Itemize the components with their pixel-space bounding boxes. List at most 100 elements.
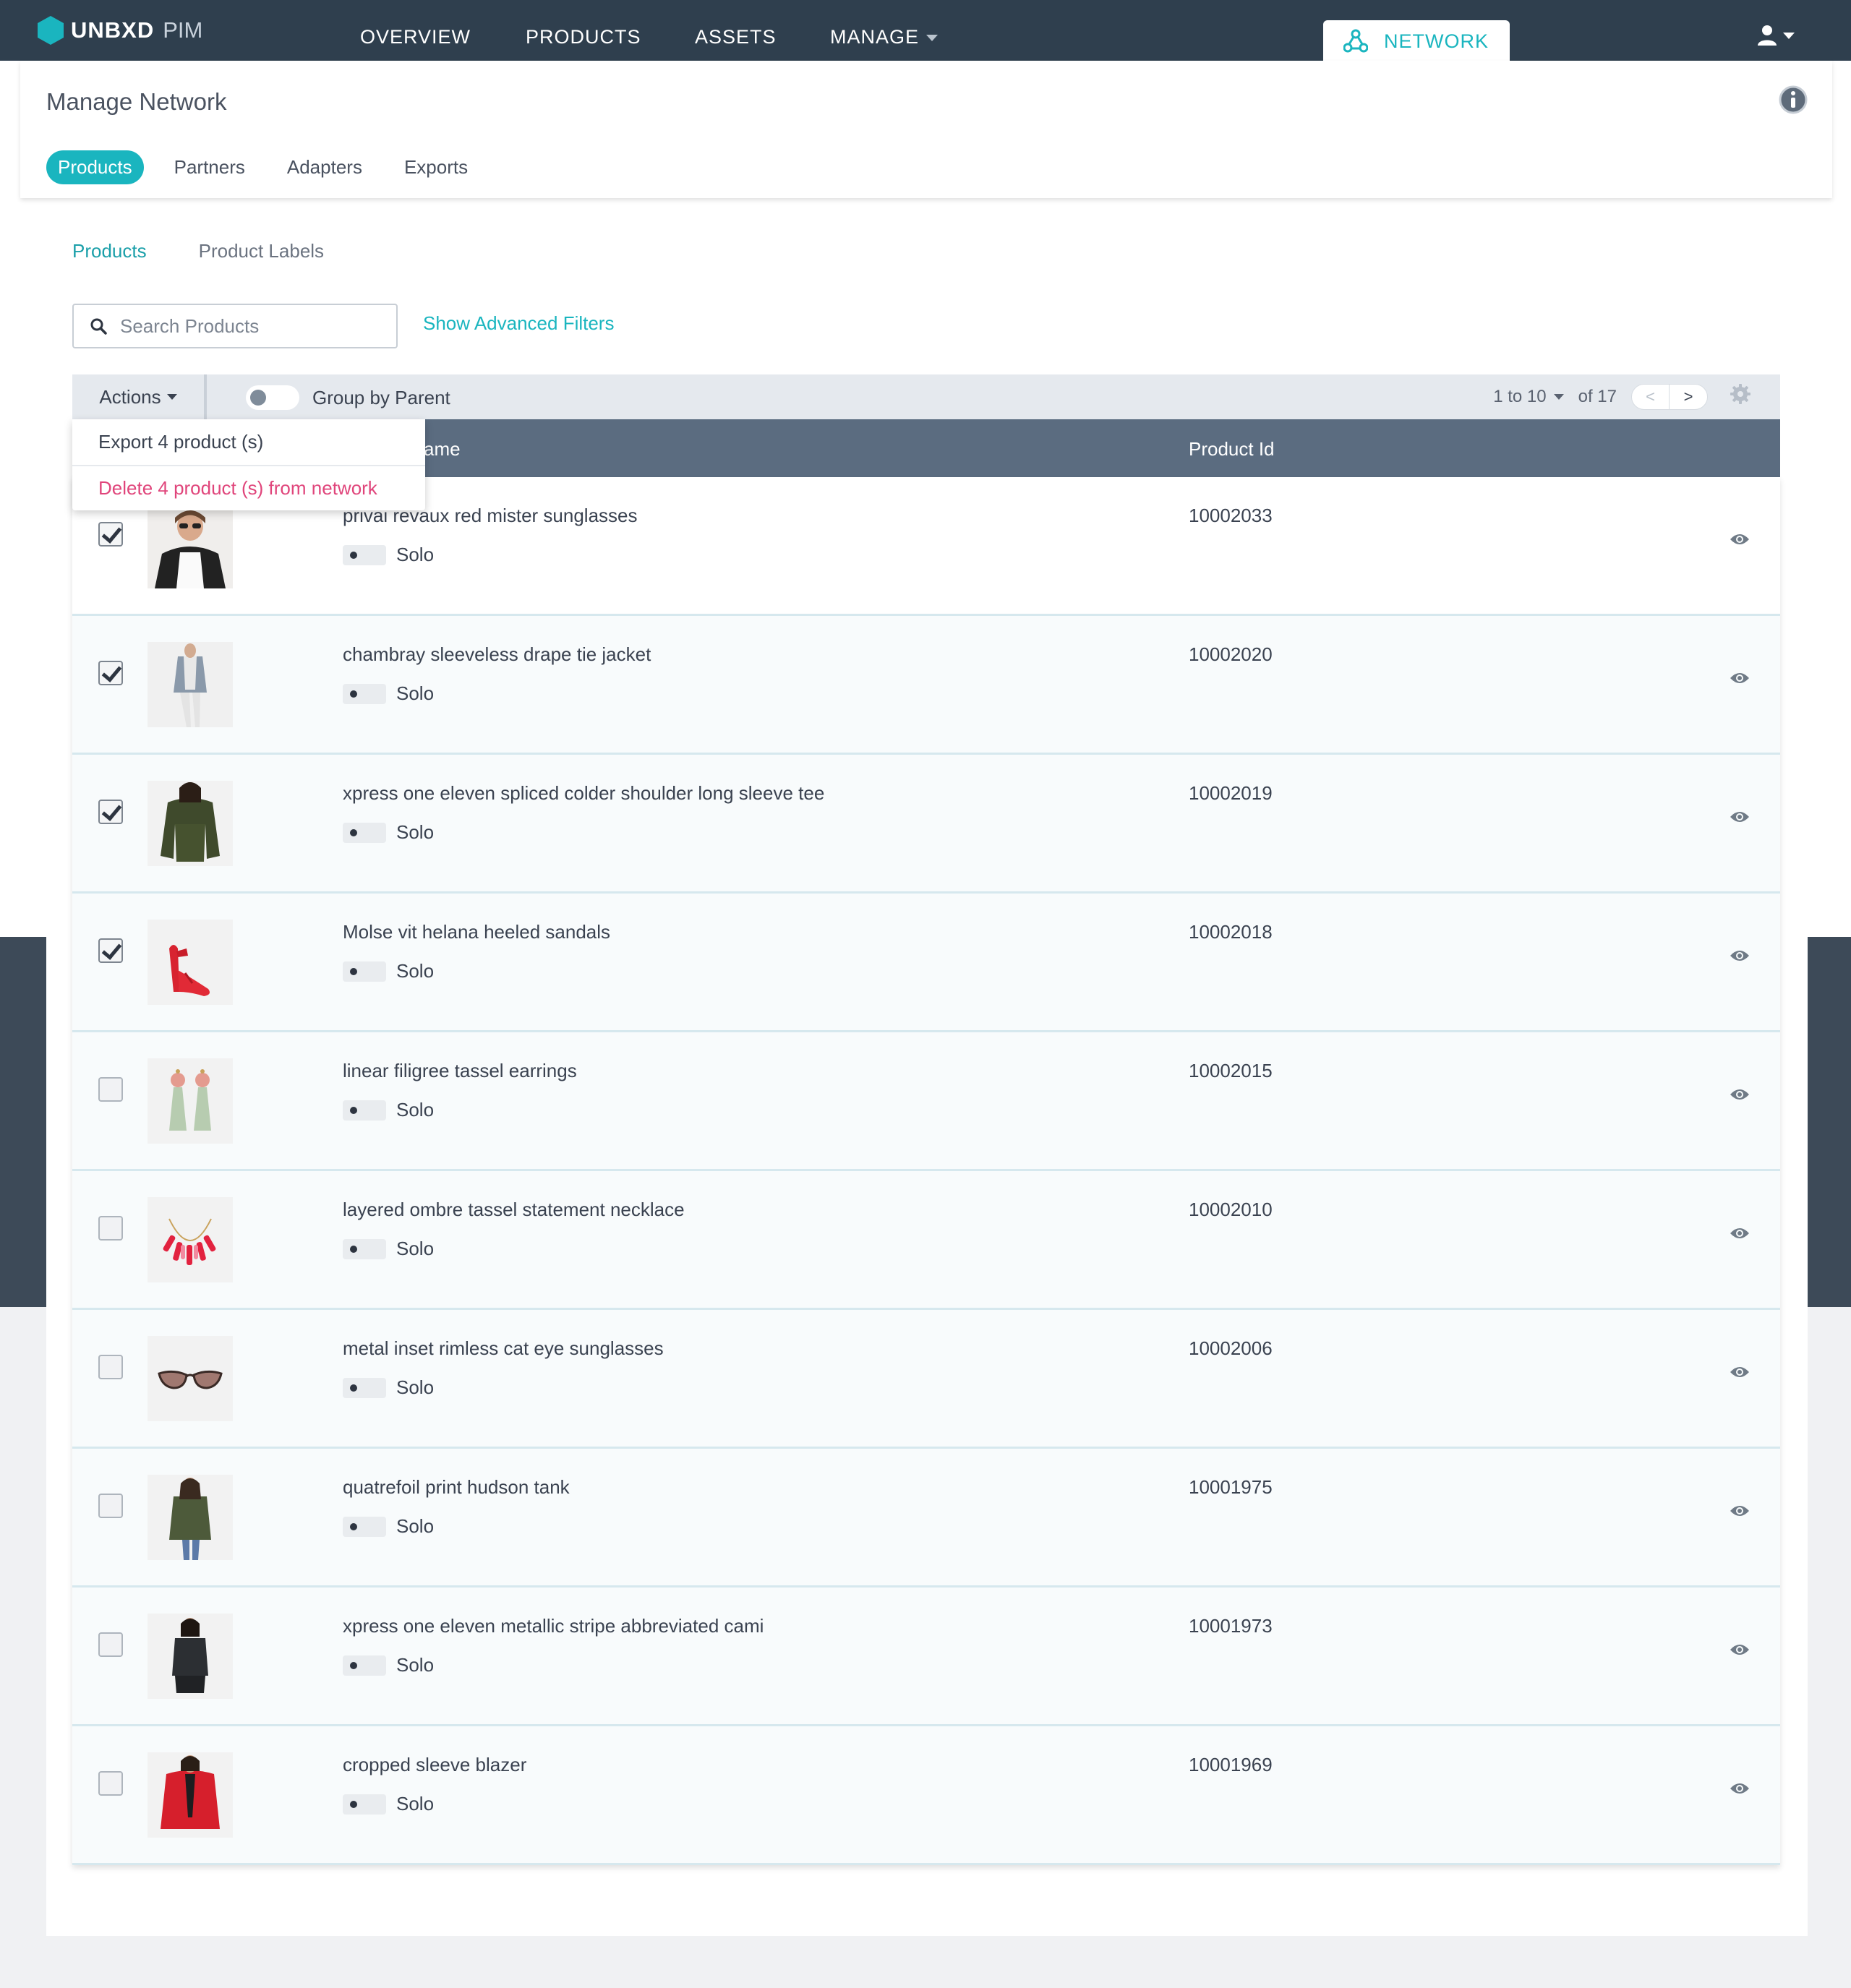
nav-products[interactable]: PRODUCTS bbox=[526, 26, 641, 48]
product-type-label: Solo bbox=[396, 682, 435, 704]
product-name[interactable]: Molse vit helana heeled sandals bbox=[343, 921, 610, 943]
table-row[interactable]: linear filigree tassel earrings Solo 100… bbox=[72, 1032, 1780, 1171]
subnav-products[interactable]: Products bbox=[46, 150, 144, 184]
product-name[interactable]: xpress one eleven spliced colder shoulde… bbox=[343, 782, 824, 805]
table-row[interactable]: layered ombre tassel statement necklace … bbox=[72, 1171, 1780, 1310]
product-name[interactable]: xpress one eleven metallic stripe abbrev… bbox=[343, 1615, 764, 1637]
row-checkbox[interactable] bbox=[98, 938, 123, 963]
next-page-button[interactable]: > bbox=[1670, 385, 1707, 409]
eye-icon[interactable] bbox=[1730, 1087, 1750, 1105]
product-name[interactable]: cropped sleeve blazer bbox=[343, 1754, 526, 1776]
column-header-product-id[interactable]: Product Id bbox=[1189, 438, 1275, 460]
network-icon bbox=[1343, 29, 1368, 53]
product-thumbnail[interactable] bbox=[148, 1336, 233, 1421]
solo-indicator-icon bbox=[343, 961, 386, 982]
tab-products[interactable]: Products bbox=[46, 226, 173, 276]
subnav-exports[interactable]: Exports bbox=[393, 150, 479, 184]
pagination: 1 to 10 of 17 < > bbox=[1493, 383, 1751, 410]
logo-hexagon-icon bbox=[38, 16, 64, 45]
table-row[interactable]: cropped sleeve blazer Solo 10001969 bbox=[72, 1726, 1780, 1865]
product-type: Solo bbox=[343, 1376, 434, 1399]
eye-icon[interactable] bbox=[1730, 1365, 1750, 1383]
nav-assets[interactable]: ASSETS bbox=[695, 26, 777, 48]
nav-network[interactable]: NETWORK bbox=[1323, 20, 1510, 62]
row-checkbox[interactable] bbox=[98, 661, 123, 685]
page-range-label: 1 to 10 bbox=[1493, 386, 1547, 406]
product-thumbnail[interactable] bbox=[148, 1197, 233, 1282]
nav-manage-label: MANAGE bbox=[830, 26, 920, 48]
product-thumbnail[interactable] bbox=[148, 503, 233, 588]
pager-buttons: < > bbox=[1631, 383, 1708, 410]
prev-page-button[interactable]: < bbox=[1632, 384, 1670, 409]
tab-product-labels[interactable]: Product Labels bbox=[173, 226, 350, 276]
page-title: Manage Network bbox=[46, 88, 227, 115]
eye-icon[interactable] bbox=[1730, 1642, 1750, 1661]
product-thumbnail[interactable] bbox=[148, 1058, 233, 1144]
top-navbar: UNBXD PIM OVERVIEW PRODUCTS ASSETS MANAG… bbox=[0, 0, 1851, 62]
row-checkbox[interactable] bbox=[98, 1216, 123, 1241]
row-checkbox[interactable] bbox=[98, 522, 123, 547]
row-checkbox[interactable] bbox=[98, 1077, 123, 1102]
info-icon[interactable] bbox=[1779, 85, 1808, 118]
product-name[interactable]: chambray sleeveless drape tie jacket bbox=[343, 643, 651, 666]
column-header-name[interactable]: ame bbox=[424, 438, 461, 460]
table-row[interactable]: xpress one eleven metallic stripe abbrev… bbox=[72, 1588, 1780, 1726]
product-thumbnail[interactable] bbox=[148, 642, 233, 727]
eye-icon[interactable] bbox=[1730, 532, 1750, 550]
table-row[interactable]: chambray sleeveless drape tie jacket Sol… bbox=[72, 616, 1780, 755]
product-id: 10002033 bbox=[1189, 505, 1273, 526]
gear-icon[interactable] bbox=[1730, 383, 1751, 410]
product-name[interactable]: metal inset rimless cat eye sunglasses bbox=[343, 1337, 664, 1360]
product-type: Solo bbox=[343, 1654, 434, 1676]
solo-indicator-icon bbox=[343, 1794, 386, 1815]
row-checkbox[interactable] bbox=[98, 1494, 123, 1518]
group-by-parent: Group by Parent bbox=[246, 385, 450, 410]
actions-button[interactable]: Actions bbox=[72, 374, 207, 419]
product-thumbnail[interactable] bbox=[148, 1475, 233, 1560]
subnav-adapters[interactable]: Adapters bbox=[275, 150, 374, 184]
export-products-menu-item[interactable]: Export 4 product (s) bbox=[72, 419, 425, 465]
eye-icon[interactable] bbox=[1730, 671, 1750, 689]
product-thumbnail[interactable] bbox=[148, 781, 233, 866]
table-row[interactable]: metal inset rimless cat eye sunglasses S… bbox=[72, 1310, 1780, 1449]
eye-icon[interactable] bbox=[1730, 948, 1750, 967]
eye-icon[interactable] bbox=[1730, 1504, 1750, 1522]
product-type: Solo bbox=[343, 821, 434, 844]
product-name[interactable]: quatrefoil print hudson tank bbox=[343, 1476, 570, 1499]
product-name[interactable]: linear filigree tassel earrings bbox=[343, 1060, 577, 1082]
chevron-down-icon bbox=[1783, 32, 1795, 39]
search-input[interactable] bbox=[120, 314, 380, 338]
app-logo[interactable]: UNBXD PIM bbox=[38, 14, 202, 46]
product-id: 10002020 bbox=[1189, 643, 1273, 665]
show-advanced-filters-link[interactable]: Show Advanced Filters bbox=[423, 312, 614, 335]
product-thumbnail[interactable] bbox=[148, 1752, 233, 1838]
table-row[interactable]: Molse vit helana heeled sandals Solo 100… bbox=[72, 894, 1780, 1032]
page-size-select[interactable]: 1 to 10 bbox=[1493, 386, 1564, 407]
product-type: Solo bbox=[343, 544, 434, 566]
solo-indicator-icon bbox=[343, 544, 386, 565]
product-type: Solo bbox=[343, 1515, 434, 1538]
row-checkbox[interactable] bbox=[98, 1632, 123, 1657]
product-type-label: Solo bbox=[396, 1376, 435, 1398]
product-name[interactable]: layered ombre tassel statement necklace bbox=[343, 1199, 685, 1221]
chevron-down-icon bbox=[926, 35, 939, 42]
table-row[interactable]: xpress one eleven spliced colder shoulde… bbox=[72, 755, 1780, 894]
product-id: 10002006 bbox=[1189, 1337, 1273, 1359]
row-checkbox[interactable] bbox=[98, 1355, 123, 1379]
row-checkbox[interactable] bbox=[98, 1771, 123, 1796]
table-row[interactable]: quatrefoil print hudson tank Solo 100019… bbox=[72, 1449, 1780, 1588]
row-checkbox[interactable] bbox=[98, 800, 123, 824]
product-thumbnail[interactable] bbox=[148, 920, 233, 1005]
group-by-parent-toggle[interactable] bbox=[246, 385, 299, 410]
delete-from-network-menu-item[interactable]: Delete 4 product (s) from network bbox=[72, 465, 425, 510]
product-thumbnail[interactable] bbox=[148, 1614, 233, 1699]
solo-indicator-icon bbox=[343, 1100, 386, 1121]
eye-icon[interactable] bbox=[1730, 1226, 1750, 1244]
eye-icon[interactable] bbox=[1730, 1781, 1750, 1799]
eye-icon[interactable] bbox=[1730, 810, 1750, 828]
user-menu[interactable] bbox=[1757, 25, 1795, 46]
nav-manage[interactable]: MANAGE bbox=[830, 26, 939, 48]
nav-overview[interactable]: OVERVIEW bbox=[360, 26, 471, 48]
product-type-label: Solo bbox=[396, 1515, 435, 1537]
subnav-partners[interactable]: Partners bbox=[163, 150, 257, 184]
